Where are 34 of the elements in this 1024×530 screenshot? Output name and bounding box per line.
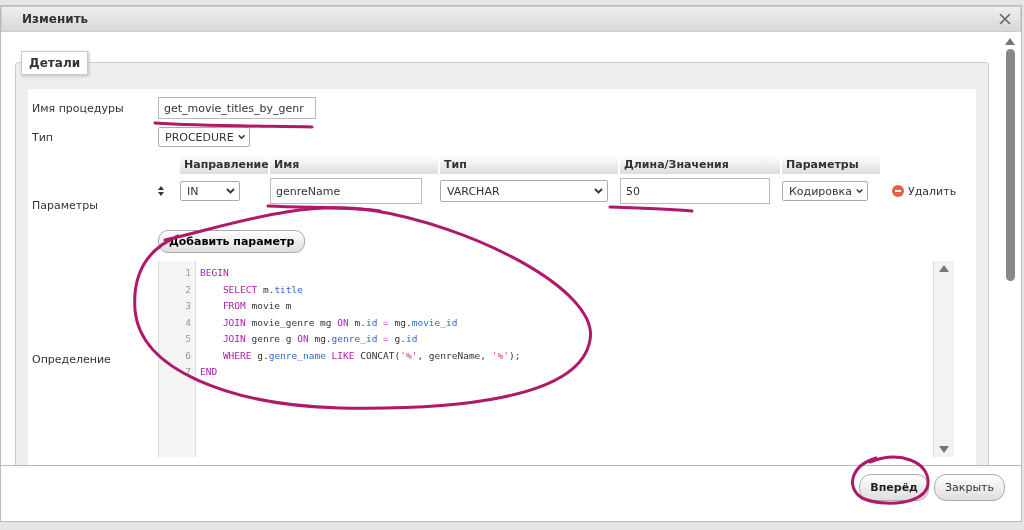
type-select[interactable]: PROCEDURE (158, 127, 250, 147)
field-label: Имя процедуры (32, 101, 125, 115)
line-number: 3 (184, 300, 192, 313)
line-number: 5 (184, 333, 192, 346)
name-field[interactable]: get_movie_titles_by_genr (158, 97, 316, 119)
field-label: Параметры (32, 199, 99, 212)
dialog-title: Изменить (22, 12, 89, 26)
column-header: Длина/Значения (620, 155, 780, 174)
code-line: JOIN genre g ON mg.genre_id = g.id (221, 333, 419, 346)
primary-button[interactable]: Вперёд (859, 474, 929, 501)
column-header: Тип (440, 155, 618, 174)
line-number: 4 (184, 316, 192, 330)
field-label: Тип (32, 130, 55, 144)
direction-select[interactable]: IN (180, 181, 240, 201)
code-line: FROM movie m (221, 300, 293, 313)
delete-link[interactable]: Удалить (892, 184, 962, 198)
column-header: Имя (270, 155, 438, 174)
column-header: Параметры (782, 155, 880, 174)
code-line: JOIN movie_genre mg ON m.id = mg.movie_id (221, 316, 459, 330)
fieldset-legend: Детали (21, 51, 89, 75)
dialog-button[interactable]: Закрыть (934, 474, 1005, 501)
code-line: WHERE g.genre_name LIKE CONCAT('%', genreName, '%'); (221, 349, 522, 363)
code-line: BEGIN (200, 267, 230, 280)
field-label: Определение (32, 352, 112, 366)
code-line: END (200, 366, 219, 379)
code-line: SELECT m.title (221, 283, 304, 297)
column-header: Направление (180, 155, 268, 174)
line-number: 1 (184, 267, 192, 280)
length-field[interactable]: 50 (620, 178, 770, 204)
param-type-select[interactable]: VARCHAR (440, 180, 608, 202)
line-number: 2 (184, 283, 192, 297)
param-name-field[interactable]: genreName (270, 178, 422, 204)
options-select[interactable]: Кодировка (782, 181, 868, 201)
line-number: 6 (184, 349, 192, 363)
